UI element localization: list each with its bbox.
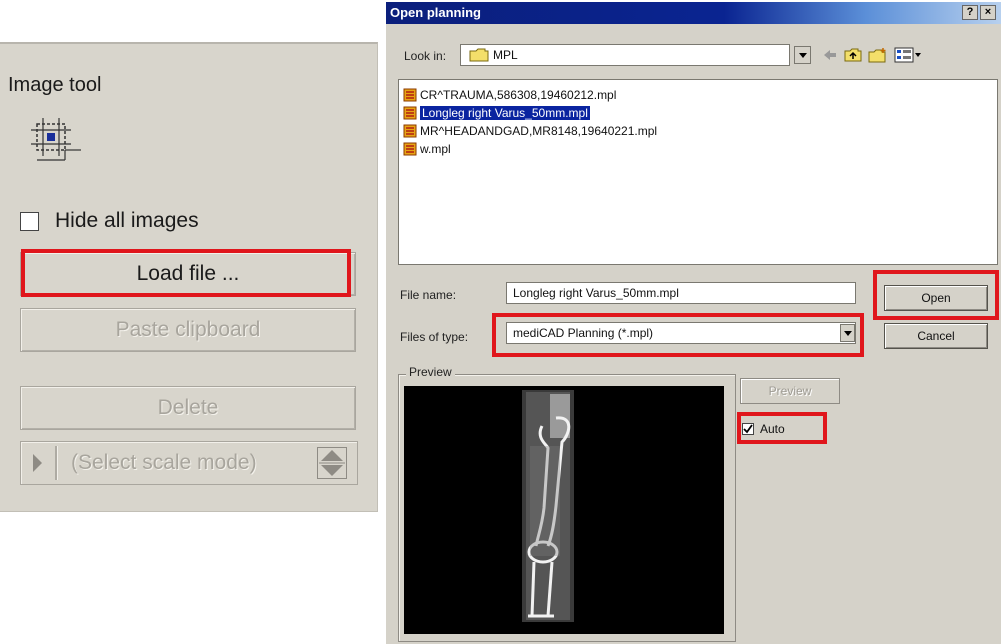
preview-button[interactable]: Preview bbox=[740, 378, 840, 404]
back-arrow-icon[interactable] bbox=[822, 48, 838, 62]
cancel-button[interactable]: Cancel bbox=[884, 323, 988, 349]
dialog-titlebar[interactable]: Open planning ? × bbox=[386, 2, 1001, 24]
mpl-file-icon bbox=[403, 88, 417, 101]
play-arrow-icon[interactable] bbox=[33, 454, 42, 472]
scale-mode-selector[interactable]: (Select scale mode) bbox=[20, 441, 358, 485]
help-button[interactable]: ? bbox=[962, 5, 978, 20]
open-planning-dialog: Open planning ? × Look in: MPL CR^TRAUMA… bbox=[386, 2, 1001, 644]
spin-arrows-icon[interactable] bbox=[317, 447, 347, 479]
list-item[interactable]: w.mpl bbox=[403, 140, 451, 157]
delete-button[interactable]: Delete bbox=[20, 386, 356, 430]
leg-xray-image bbox=[522, 390, 574, 622]
list-item[interactable]: MR^HEADANDGAD,MR8148,19640221.mpl bbox=[403, 122, 657, 139]
image-tool-title: Image tool bbox=[8, 74, 102, 96]
mpl-file-icon bbox=[403, 106, 417, 119]
navigation-toolbar bbox=[822, 44, 922, 66]
folder-icon bbox=[469, 48, 489, 62]
dialog-title: Open planning bbox=[390, 5, 481, 20]
open-button-highlight bbox=[873, 270, 999, 320]
look-in-value: MPL bbox=[493, 48, 518, 62]
file-name-text: w.mpl bbox=[420, 141, 451, 156]
preview-image bbox=[404, 386, 724, 634]
hide-all-images-checkbox[interactable] bbox=[20, 211, 39, 231]
file-name-text: MR^HEADANDGAD,MR8148,19640221.mpl bbox=[420, 123, 658, 138]
scale-mode-divider bbox=[55, 446, 57, 480]
new-folder-icon[interactable] bbox=[868, 47, 888, 63]
mpl-file-icon bbox=[403, 124, 417, 137]
image-tool-icon[interactable] bbox=[23, 110, 83, 170]
close-button[interactable]: × bbox=[980, 5, 996, 20]
preview-group-label: Preview bbox=[406, 365, 455, 379]
files-of-type-label: Files of type: bbox=[400, 330, 469, 344]
load-file-highlight bbox=[21, 249, 351, 297]
hide-all-images-label: Hide all images bbox=[55, 209, 199, 232]
paste-clipboard-button[interactable]: Paste clipboard bbox=[20, 308, 356, 352]
mpl-file-icon bbox=[403, 142, 417, 155]
files-of-type-highlight bbox=[492, 313, 864, 357]
look-in-dropdown-button[interactable] bbox=[794, 46, 811, 64]
hide-all-images-row[interactable]: Hide all images bbox=[20, 206, 199, 236]
list-item[interactable]: CR^TRAUMA,586308,19460212.mpl bbox=[403, 86, 616, 103]
file-name-text: CR^TRAUMA,586308,19460212.mpl bbox=[420, 87, 617, 102]
scale-mode-label: (Select scale mode) bbox=[71, 451, 257, 474]
chevron-down-icon bbox=[799, 53, 807, 58]
auto-highlight bbox=[737, 412, 827, 444]
file-name-text: Longleg right Varus_50mm.mpl bbox=[420, 105, 590, 120]
file-list[interactable]: CR^TRAUMA,586308,19460212.mpl Longleg ri… bbox=[398, 79, 998, 265]
look-in-label: Look in: bbox=[404, 49, 447, 63]
list-item[interactable]: Longleg right Varus_50mm.mpl bbox=[403, 104, 590, 121]
up-folder-icon[interactable] bbox=[844, 47, 862, 63]
look-in-dropdown[interactable]: MPL bbox=[460, 44, 790, 66]
view-menu-icon[interactable] bbox=[894, 47, 922, 63]
file-name-label: File name: bbox=[400, 288, 457, 302]
file-name-input[interactable]: Longleg right Varus_50mm.mpl bbox=[506, 282, 856, 304]
